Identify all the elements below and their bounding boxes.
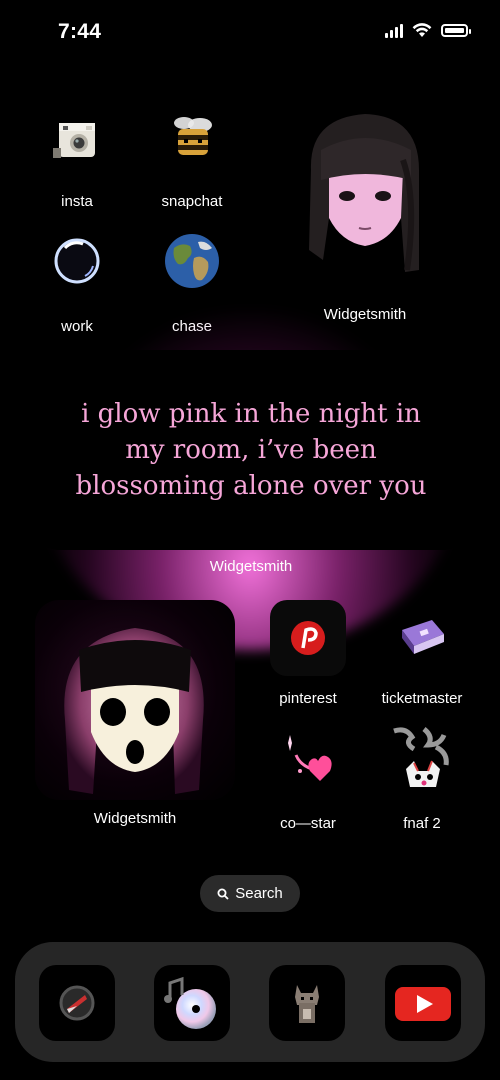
app-label: work: [61, 318, 93, 335]
app-snapchat[interactable]: snapchat: [147, 103, 237, 210]
app-ticketmaster[interactable]: ticketmaster: [377, 600, 467, 707]
youtube-icon: [395, 987, 451, 1021]
bee-icon: [154, 103, 230, 179]
app-costar[interactable]: co—star: [263, 725, 353, 832]
cat-icon: [295, 985, 319, 1023]
app-insta[interactable]: insta: [32, 103, 122, 210]
app-work[interactable]: work: [32, 228, 122, 335]
music-cd-icon: [164, 976, 216, 1029]
book-icon: [384, 600, 460, 676]
quote-widget[interactable]: i glow pink in the night in my room, i’v…: [35, 350, 467, 550]
dock-app-music[interactable]: [154, 965, 230, 1041]
cellular-signal-icon: [385, 23, 403, 38]
search-icon: [217, 888, 229, 900]
pinterest-icon: [270, 600, 346, 676]
widget-lain-bottom[interactable]: [35, 600, 235, 800]
app-label: fnaf 2: [403, 815, 441, 832]
app-label: pinterest: [279, 690, 337, 707]
app-label: insta: [61, 193, 93, 210]
wifi-icon: [412, 23, 432, 37]
sparkle-heart-icon: [270, 725, 346, 801]
app-label: co—star: [280, 815, 336, 832]
app-fnaf[interactable]: fnaf 2: [377, 725, 467, 832]
globe-icon: [154, 228, 230, 304]
quote-text: i glow pink in the night in my room, i’v…: [75, 399, 427, 501]
lain-portrait-image: [309, 114, 419, 272]
dock-app-youtube[interactable]: [385, 965, 461, 1041]
app-label: ticketmaster: [381, 690, 463, 707]
dock-app-compass[interactable]: [39, 965, 115, 1041]
search-button[interactable]: Search: [200, 875, 300, 912]
widget-lain-top[interactable]: Widgetsmith: [269, 100, 461, 323]
status-time: 7:44: [58, 20, 102, 43]
compass-icon: [59, 985, 95, 1021]
app-label: snapchat: [161, 193, 223, 210]
instant-camera-icon: [39, 103, 115, 179]
battery-icon: [441, 24, 471, 37]
status-icons: [385, 23, 471, 38]
widget-caption: Widgetsmith: [209, 558, 293, 575]
app-pinterest[interactable]: pinterest: [263, 600, 353, 707]
lain-portrait-image: [64, 628, 204, 794]
dock-app-cat[interactable]: [269, 965, 345, 1041]
widget-caption: Widgetsmith: [93, 810, 177, 827]
bubble-icon: [39, 228, 115, 304]
mangle-icon: [384, 725, 460, 801]
search-label: Search: [235, 885, 283, 902]
